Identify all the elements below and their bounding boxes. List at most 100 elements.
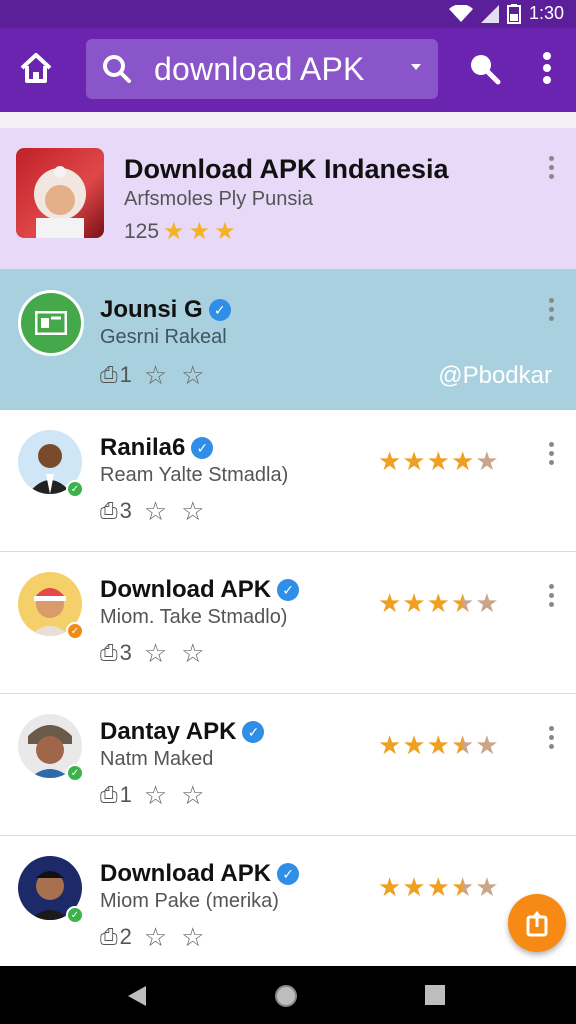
app-logo <box>18 290 84 356</box>
star-icon: ★ <box>163 218 185 245</box>
verified-icon: ✓ <box>191 437 214 459</box>
more-vert-icon <box>543 52 551 84</box>
star-icon: ★ <box>475 730 499 760</box>
status-badge: ✓ <box>66 906 84 924</box>
action-row: ⎙ 1 ☆ ☆ <box>100 782 204 808</box>
action-row: ⎙ 2 ☆ ☆ <box>100 924 204 950</box>
star-rating: ★ ★ ★ ★ ★ <box>378 874 500 900</box>
star-icon: ★ <box>378 446 402 476</box>
action-row: ⎙ 3 ☆ ☆ <box>100 498 204 524</box>
item-subtitle: Miom Pake (merika) <box>100 890 279 912</box>
share-icon[interactable]: ⎙ <box>100 924 118 950</box>
window-icon <box>35 311 67 335</box>
chevron-down-icon[interactable] <box>410 61 422 73</box>
share-count: 1 <box>119 782 132 807</box>
list-item[interactable]: ✓ Download APK ✓ Miom. Take Stmadlo) ★ ★ ★ ★… <box>0 552 576 694</box>
star-outline-icon[interactable]: ☆ <box>144 640 167 666</box>
status-time: 1:30 <box>528 3 564 23</box>
battery-icon <box>506 3 521 24</box>
verified-icon: ✓ <box>242 721 265 743</box>
star-icon: ★ <box>450 588 475 618</box>
share-count: 1 <box>119 362 132 387</box>
verified-icon: ✓ <box>277 863 300 885</box>
featured-count: 125 <box>124 220 160 243</box>
star-icon: ★ <box>402 872 426 902</box>
star-outline-icon[interactable]: ☆ <box>144 362 167 388</box>
app-bar: download APK <box>0 28 576 112</box>
more-vert-icon[interactable] <box>544 298 558 328</box>
share-icon[interactable]: ⎙ <box>100 498 118 524</box>
home-nav-icon[interactable] <box>274 984 298 1008</box>
star-rating: ★ ★ ★ ★ ★ <box>378 448 500 474</box>
signal-icon <box>480 4 499 23</box>
home-icon <box>20 53 52 83</box>
overflow-menu-button[interactable] <box>532 50 562 90</box>
star-icon: ★ <box>475 588 499 618</box>
share-count: 3 <box>119 498 132 523</box>
search-input[interactable]: download APK <box>86 39 438 99</box>
star-rating: ★ ★ ★ ★ ★ <box>378 590 500 616</box>
star-icon: ★ <box>378 872 402 902</box>
search-icon <box>471 55 501 85</box>
status-badge: ✓ <box>66 764 84 782</box>
star-icon: ★ <box>426 872 450 902</box>
more-vert-icon[interactable] <box>544 584 558 614</box>
search-button[interactable] <box>466 50 506 90</box>
star-icon: ★ <box>402 588 426 618</box>
highlight-card[interactable]: Jounsi G ✓ Gesrni Rakeal ⎙ 1 ☆ ☆ @Pbodkar <box>0 270 576 410</box>
featured-card[interactable]: Download APK Indanesia Arfsmoles Ply Pun… <box>0 128 576 270</box>
featured-subtitle: Arfsmoles Ply Punsia <box>124 188 313 210</box>
back-icon[interactable] <box>126 984 150 1008</box>
list-item[interactable]: ✓ Download APK ✓ Miom Pake (merika) ★ ★ ★ ★ ★… <box>0 836 576 966</box>
star-outline-icon[interactable]: ☆ <box>181 782 204 808</box>
more-vert-icon[interactable] <box>544 156 558 186</box>
star-outline-icon[interactable]: ☆ <box>181 362 204 388</box>
star-icon: ★ <box>402 730 426 760</box>
star-outline-icon[interactable]: ☆ <box>144 498 167 524</box>
item-subtitle: Miom. Take Stmadlo) <box>100 606 288 628</box>
share-fab[interactable] <box>508 894 566 952</box>
list-item[interactable]: ✓ Ranila6 ✓ Ream Yalte Stmadla) ★ ★ ★ ★ ★ ⎙ 3… <box>0 410 576 552</box>
share-icon[interactable]: ⎙ <box>100 362 118 388</box>
highlight-title: Jounsi G ✓ <box>100 296 231 324</box>
star-icon: ★ <box>378 730 402 760</box>
star-outline-icon[interactable]: ☆ <box>181 498 204 524</box>
action-row: ⎙ 3 ☆ ☆ <box>100 640 204 666</box>
wifi-icon <box>448 4 473 22</box>
star-outline-icon[interactable]: ☆ <box>144 924 167 950</box>
share-icon[interactable]: ⎙ <box>100 640 118 666</box>
featured-meta: 125 ★ ★ ★ <box>124 220 236 244</box>
star-outline-icon[interactable]: ☆ <box>181 640 204 666</box>
star-icon: ★ <box>450 872 475 902</box>
item-title: Dantay APK ✓ <box>100 718 265 746</box>
upload-icon <box>526 911 548 937</box>
featured-title: Download APK Indanesia <box>124 154 449 184</box>
share-icon[interactable]: ⎙ <box>100 782 118 808</box>
star-rating: ★ ★ ★ ★ ★ <box>378 732 500 758</box>
status-badge: ✓ <box>66 480 84 498</box>
item-title: Download APK ✓ <box>100 860 300 888</box>
more-vert-icon[interactable] <box>544 726 558 756</box>
recents-icon[interactable] <box>424 984 446 1006</box>
star-icon: ★ <box>402 446 426 476</box>
home-button[interactable] <box>16 48 56 88</box>
item-title: Download APK ✓ <box>100 576 300 604</box>
action-row: ⎙ 1 ☆ ☆ <box>100 362 204 388</box>
star-outline-icon[interactable]: ☆ <box>144 782 167 808</box>
star-icon: ★ <box>475 446 499 476</box>
star-icon: ★ <box>426 446 450 476</box>
more-vert-icon[interactable] <box>544 442 558 472</box>
item-title: Ranila6 ✓ <box>100 434 214 462</box>
verified-icon: ✓ <box>277 579 300 601</box>
star-icon: ★ <box>214 218 236 245</box>
status-bar: 1:30 <box>0 0 576 28</box>
star-icon: ★ <box>378 588 402 618</box>
item-subtitle: Natm Maked <box>100 748 214 770</box>
star-outline-icon[interactable]: ☆ <box>181 924 204 950</box>
star-icon: ★ <box>450 446 475 476</box>
item-subtitle: Ream Yalte Stmadla) <box>100 464 289 486</box>
list-item[interactable]: ✓ Dantay APK ✓ Natm Maked ★ ★ ★ ★ ★ ⎙ 1 ☆ ☆ <box>0 694 576 836</box>
star-icon: ★ <box>426 730 450 760</box>
watermark: @Pbodkar <box>438 362 552 389</box>
highlight-subtitle: Gesrni Rakeal <box>100 326 227 348</box>
